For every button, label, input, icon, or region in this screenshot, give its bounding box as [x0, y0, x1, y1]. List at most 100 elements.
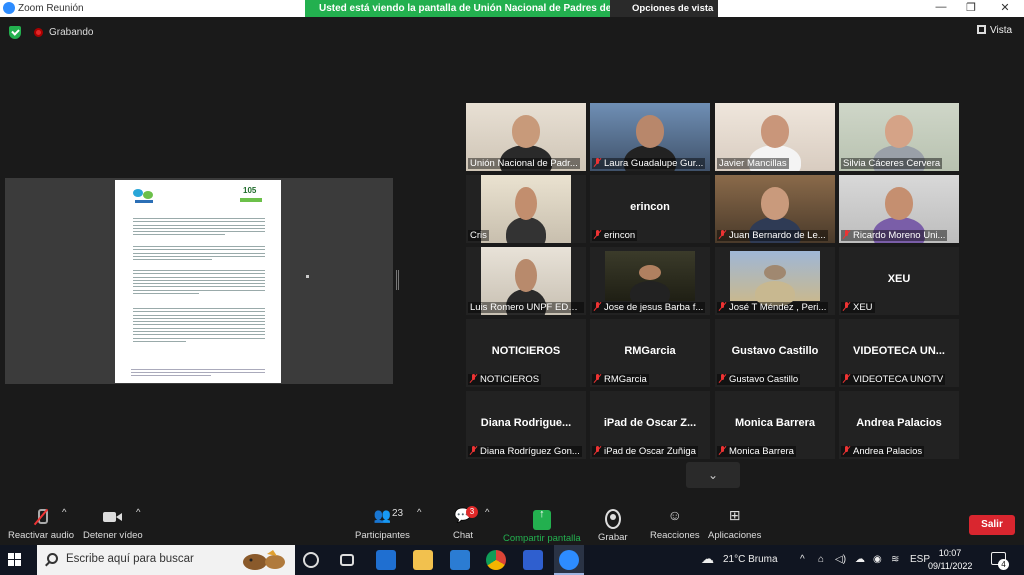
reactions-label: Reacciones: [650, 530, 700, 541]
file-explorer-icon[interactable]: [413, 550, 433, 570]
document-paragraph: [133, 246, 265, 262]
participant-name: José T Méndez , Peri...: [729, 302, 827, 313]
apps-button[interactable]: ⊞ Aplicaciones: [708, 507, 761, 541]
camera-icon: [102, 507, 123, 527]
participant-tile[interactable]: Cris: [466, 175, 586, 243]
muted-mic-icon: [843, 374, 850, 383]
zoom-taskbar-icon[interactable]: [559, 550, 579, 570]
view-label: Vista: [990, 25, 1013, 36]
meeting-controls: Reactivar audio ^ Detener vídeo ^ 👥 Part…: [0, 503, 1024, 545]
minimize-icon[interactable]: —: [926, 1, 956, 13]
participant-tile[interactable]: Gustavo Castillo Gustavo Castillo: [715, 319, 835, 387]
onedrive-icon[interactable]: ☁: [855, 554, 865, 565]
zoom-window: Zoom Reunión — ❐ ✕ Usted está viendo la …: [0, 0, 1024, 575]
participant-name-label: Andrea Palacios: [841, 446, 925, 457]
shared-screen[interactable]: 105: [5, 178, 393, 384]
chat-unread-badge: 3: [466, 506, 478, 518]
maximize-icon[interactable]: ❐: [956, 1, 986, 14]
participant-name-label: Unión Nacional de Padr...: [468, 158, 580, 169]
chevron-up-icon[interactable]: ^: [800, 554, 805, 565]
language-indicator[interactable]: ESP: [910, 554, 930, 565]
stop-video-button[interactable]: Detener vídeo: [83, 507, 143, 541]
split-resize-handle[interactable]: [396, 270, 399, 290]
participant-name-label: Gustavo Castillo: [717, 374, 801, 385]
share-screen-label: Compartir pantalla: [503, 533, 581, 544]
hedgehog-doodle-icon: [243, 550, 285, 570]
muted-mic-icon: [843, 230, 850, 239]
audio-options-chevron[interactable]: ^: [62, 507, 66, 518]
window-title: Zoom Reunión: [18, 3, 84, 14]
participant-name-label: XEU: [841, 302, 875, 313]
participant-name: Diana Rodríguez Gon...: [480, 446, 580, 457]
participant-tile[interactable]: erincon erincon: [590, 175, 710, 243]
muted-mic-icon: [843, 302, 850, 311]
windows-start-icon[interactable]: [8, 553, 22, 567]
participant-tile[interactable]: VIDEOTECA UN... VIDEOTECA UNOTV: [839, 319, 959, 387]
volume-icon[interactable]: ◁): [835, 554, 846, 565]
chat-options-chevron[interactable]: ^: [485, 507, 489, 518]
taskbar-search-box[interactable]: Escribe aquí para buscar: [37, 545, 295, 575]
participant-name-label: Monica Barrera: [717, 446, 796, 457]
participant-tile[interactable]: Andrea Palacios Andrea Palacios: [839, 391, 959, 459]
participant-tile[interactable]: Unión Nacional de Padr...: [466, 103, 586, 171]
view-options-button[interactable]: Opciones de vista ▼: [610, 0, 724, 17]
muted-mic-icon: [719, 230, 726, 239]
participant-tile[interactable]: Monica Barrera Monica Barrera: [715, 391, 835, 459]
stop-video-label: Detener vídeo: [83, 530, 143, 541]
participant-name-label: NOTICIEROS: [468, 374, 542, 385]
leave-meeting-button[interactable]: Salir: [969, 515, 1015, 535]
reactions-button[interactable]: ☺ Reacciones: [650, 507, 700, 541]
shield-icon[interactable]: [9, 26, 21, 39]
chrome-icon[interactable]: [486, 550, 506, 570]
store-icon[interactable]: [523, 550, 543, 570]
teams-icon[interactable]: [450, 550, 470, 570]
participant-name: Cris: [470, 230, 487, 241]
network-icon[interactable]: ⌂: [818, 554, 824, 565]
unmute-label: Reactivar audio: [8, 530, 75, 541]
view-button[interactable]: Vista: [977, 25, 1012, 36]
weather-text[interactable]: 21°C Bruma: [723, 554, 778, 565]
record-button[interactable]: Grabar: [598, 507, 628, 543]
participant-name: Jose de jesus Barba f...: [604, 302, 704, 313]
taskbar-clock[interactable]: 10:07 09/11/2022: [928, 547, 972, 573]
document-page-number: 105: [243, 186, 257, 195]
participant-tile[interactable]: RMGarcia RMGarcia: [590, 319, 710, 387]
weather-icon: ☁: [701, 551, 714, 566]
participant-name-label: Laura Guadalupe Gur...: [592, 158, 706, 169]
video-options-chevron[interactable]: ^: [136, 507, 140, 518]
gallery-next-page-button[interactable]: ⌄: [686, 462, 740, 488]
wifi-icon[interactable]: ≋: [891, 554, 899, 565]
task-view-icon[interactable]: [340, 554, 354, 566]
participant-display-name: Andrea Palacios: [856, 417, 942, 429]
share-screen-button[interactable]: Compartir pantalla: [503, 507, 581, 544]
participant-tile[interactable]: José T Méndez , Peri...: [715, 247, 835, 315]
participant-display-name: iPad de Oscar Z...: [603, 417, 697, 429]
participants-options-chevron[interactable]: ^: [417, 507, 421, 518]
mail-icon[interactable]: [376, 550, 396, 570]
participant-name-label: Silvia Cáceres Cervera: [841, 158, 943, 169]
participant-tile[interactable]: Ricardo Moreno Uni...: [839, 175, 959, 243]
participant-name: Laura Guadalupe Gur...: [604, 158, 704, 169]
participant-tile[interactable]: Luis Romero UNPF EDO...: [466, 247, 586, 315]
participant-tile[interactable]: Diana Rodrigue... Diana Rodríguez Gon...: [466, 391, 586, 459]
participant-display-name: Gustavo Castillo: [731, 345, 819, 357]
participants-count: 23: [392, 508, 404, 519]
participant-tile[interactable]: iPad de Oscar Z... iPad de Oscar Zuñiga: [590, 391, 710, 459]
view-options-label: Opciones de vista: [632, 3, 714, 14]
participant-name: Unión Nacional de Padr...: [470, 158, 578, 169]
participant-tile[interactable]: Juan Bernardo de Le...: [715, 175, 835, 243]
participant-name-label: Luis Romero UNPF EDO...: [468, 302, 584, 313]
page-number-bar: [240, 198, 262, 202]
participant-tile[interactable]: Javier Mancillas: [715, 103, 835, 171]
participant-tile[interactable]: NOTICIEROS NOTICIEROS: [466, 319, 586, 387]
participant-name: Ricardo Moreno Uni...: [853, 230, 946, 241]
cortana-icon[interactable]: [303, 552, 319, 568]
participant-tile[interactable]: Silvia Cáceres Cervera: [839, 103, 959, 171]
participant-tile[interactable]: Laura Guadalupe Gur...: [590, 103, 710, 171]
close-icon[interactable]: ✕: [990, 1, 1020, 14]
participant-tile[interactable]: XEU XEU: [839, 247, 959, 315]
antivirus-icon[interactable]: ◉: [873, 554, 882, 565]
participant-name: Monica Barrera: [729, 446, 794, 457]
participant-tile[interactable]: Jose de jesus Barba f...: [590, 247, 710, 315]
participant-name: Gustavo Castillo: [729, 374, 799, 385]
